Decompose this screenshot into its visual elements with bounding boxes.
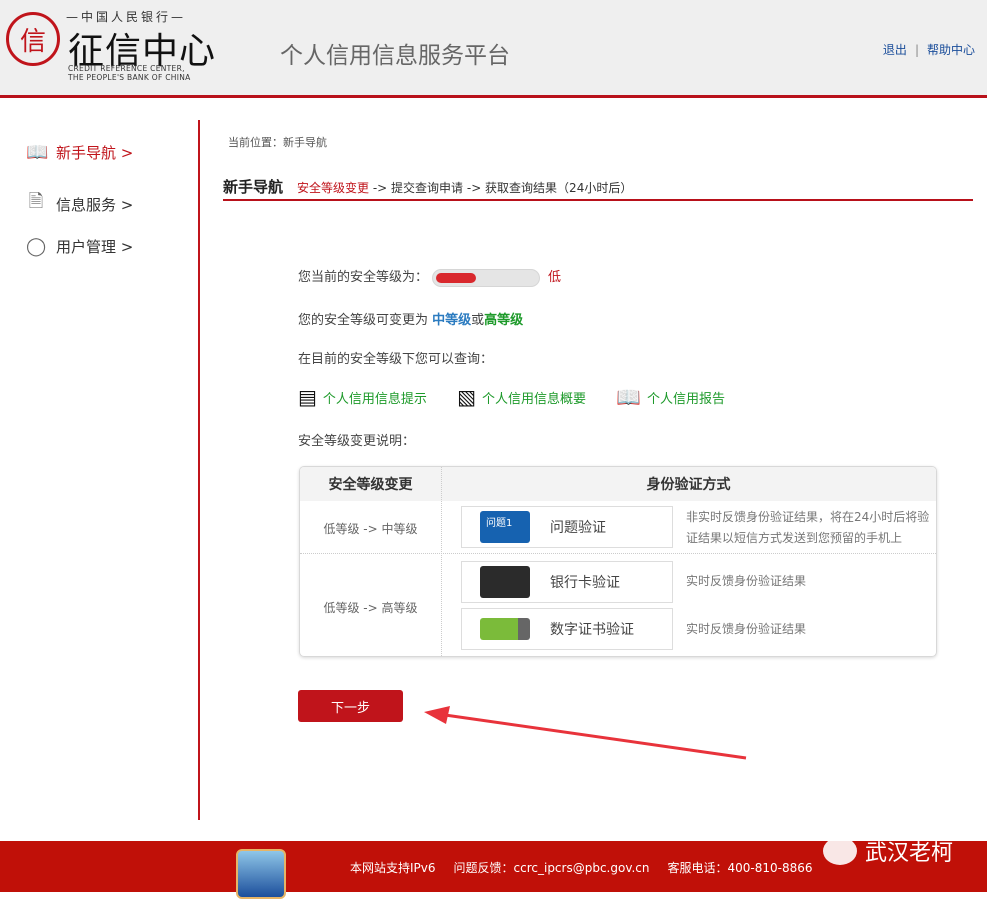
top-links: 退出 | 帮助中心 [883,41,975,58]
wechat-icon [822,837,857,865]
breadcrumb: 当前位置：新手导航 [228,136,327,149]
book-icon: 📖 [616,385,642,409]
method-desc: 实时反馈身份验证结果 [686,622,807,636]
logo-seal: 信 [6,12,60,66]
logo-en-line: CREDIT REFERENCE CENTER, [68,64,185,73]
current-level-label: 您当前的安全等级为： [298,270,429,285]
logo-en-line: THE PEOPLE'S BANK OF CHINA [68,73,191,82]
document-icon: ▧ [457,385,476,409]
sidebar: 📖 新手导航 > 🗎 信息服务 > ◯ 用户管理 > [0,120,200,820]
method-desc: 非实时反馈身份验证结果，将在24小时后将验证结果以短信方式发送到您预留的手机上 [686,510,930,545]
platform-title: 个人信用信息服务平台 [280,43,510,69]
sidebar-item-label: 新手导航 > [56,144,134,162]
method-desc: 实时反馈身份验证结果 [686,574,807,588]
step-rest: -> 提交查询申请 -> 获取查询结果（24小时后） [369,181,633,195]
user-icon: ◯ [26,236,47,257]
usb-key-icon [480,618,530,640]
change-level-row: 您的安全等级可变更为 中等级或高等级 [298,309,523,328]
row-divider [300,553,936,554]
security-level-fill [436,272,477,283]
security-level-value: 低 [548,270,562,285]
explain-label: 安全等级变更说明： [298,434,416,449]
step-current: 安全等级变更 [297,181,370,195]
security-level-bar [432,268,541,287]
link-label: 个人信用信息提示 [322,391,427,407]
bank-card-icon [480,566,530,598]
document-icon: 🗎 [28,191,44,212]
or-text: 或 [471,313,485,328]
sidebar-item-info-service[interactable]: 🗎 信息服务 > [26,189,134,219]
level-change-high: 低等级 -> 高等级 [323,601,418,615]
method-label: 银行卡验证 [550,575,620,591]
sidebar-item-label: 用户管理 > [56,238,134,256]
watermark: 武汉老柯 [822,835,953,867]
high-level-link[interactable]: 高等级 [484,313,523,328]
ipv6-text: 本网站支持IPv6 [350,861,436,875]
note-icon: ▤ [298,385,317,409]
header: 信 —中国人民银行— 征信中心 CREDIT REFERENCE CENTER,… [0,0,987,98]
bankcard-verify-option[interactable]: 银行卡验证 [461,561,673,603]
section-header: 新手导航 安全等级变更 -> 提交查询申请 -> 获取查询结果（24小时后） [223,176,973,201]
credit-report-link[interactable]: 📖 个人信用报告 [616,385,725,409]
method-label: 数字证书验证 [550,622,634,638]
column-divider [441,467,442,656]
query-label: 在目前的安全等级下您可以查询： [298,352,494,367]
table-header: 安全等级变更 [300,467,441,501]
footer: 本网站支持IPv6 问题反馈：ccrc_ipcrs@pbc.gov.cn 客服电话：… [0,837,987,899]
method-label: 问题验证 [550,520,606,536]
question-card-icon: 问题1 [480,511,530,543]
medium-level-link[interactable]: 中等级 [432,313,471,328]
feedback-text[interactable]: 问题反馈：ccrc_ipcrs@pbc.gov.cn [454,861,650,875]
section-title: 新手导航 [223,178,284,196]
query-links: ▤ 个人信用信息提示 ▧ 个人信用信息概要 📖 个人信用报告 [298,385,751,409]
current-level-row: 您当前的安全等级为： 低 [298,266,561,287]
certificate-verify-option[interactable]: 数字证书验证 [461,608,673,650]
watermark-text: 武汉老柯 [864,841,953,866]
sidebar-item-label: 信息服务 > [56,195,134,214]
next-step-button[interactable]: 下一步 [298,690,403,722]
phone-text: 客服电话：400-810-8866 [667,861,813,875]
table-header: 身份验证方式 [441,467,936,501]
separator: | [914,43,919,57]
level-change-medium: 低等级 -> 中等级 [323,522,418,536]
footer-info: 本网站支持IPv6 问题反馈：ccrc_ipcrs@pbc.gov.cn 客服电话：… [350,859,831,876]
help-link[interactable]: 帮助中心 [927,43,975,57]
annotation-arrow [424,706,747,760]
book-icon: 📖 [26,142,49,163]
verification-table: 安全等级变更 身份验证方式 低等级 -> 中等级 低等级 -> 高等级 问题1 问… [299,466,937,657]
link-label: 个人信用报告 [647,391,726,407]
logout-link[interactable]: 退出 [883,43,907,57]
sidebar-item-user-management[interactable]: ◯ 用户管理 > [26,236,133,257]
question-verify-option[interactable]: 问题1 问题验证 [461,506,673,548]
credit-tip-link[interactable]: ▤ 个人信用信息提示 [298,385,427,409]
credit-summary-link[interactable]: ▧ 个人信用信息概要 [457,385,586,409]
link-label: 个人信用信息概要 [481,391,586,407]
change-label: 您的安全等级可变更为 [298,313,433,328]
sidebar-item-guide[interactable]: 📖 新手导航 > [26,142,133,163]
logo-english: CREDIT REFERENCE CENTER, THE PEOPLE'S BAN… [68,64,191,82]
